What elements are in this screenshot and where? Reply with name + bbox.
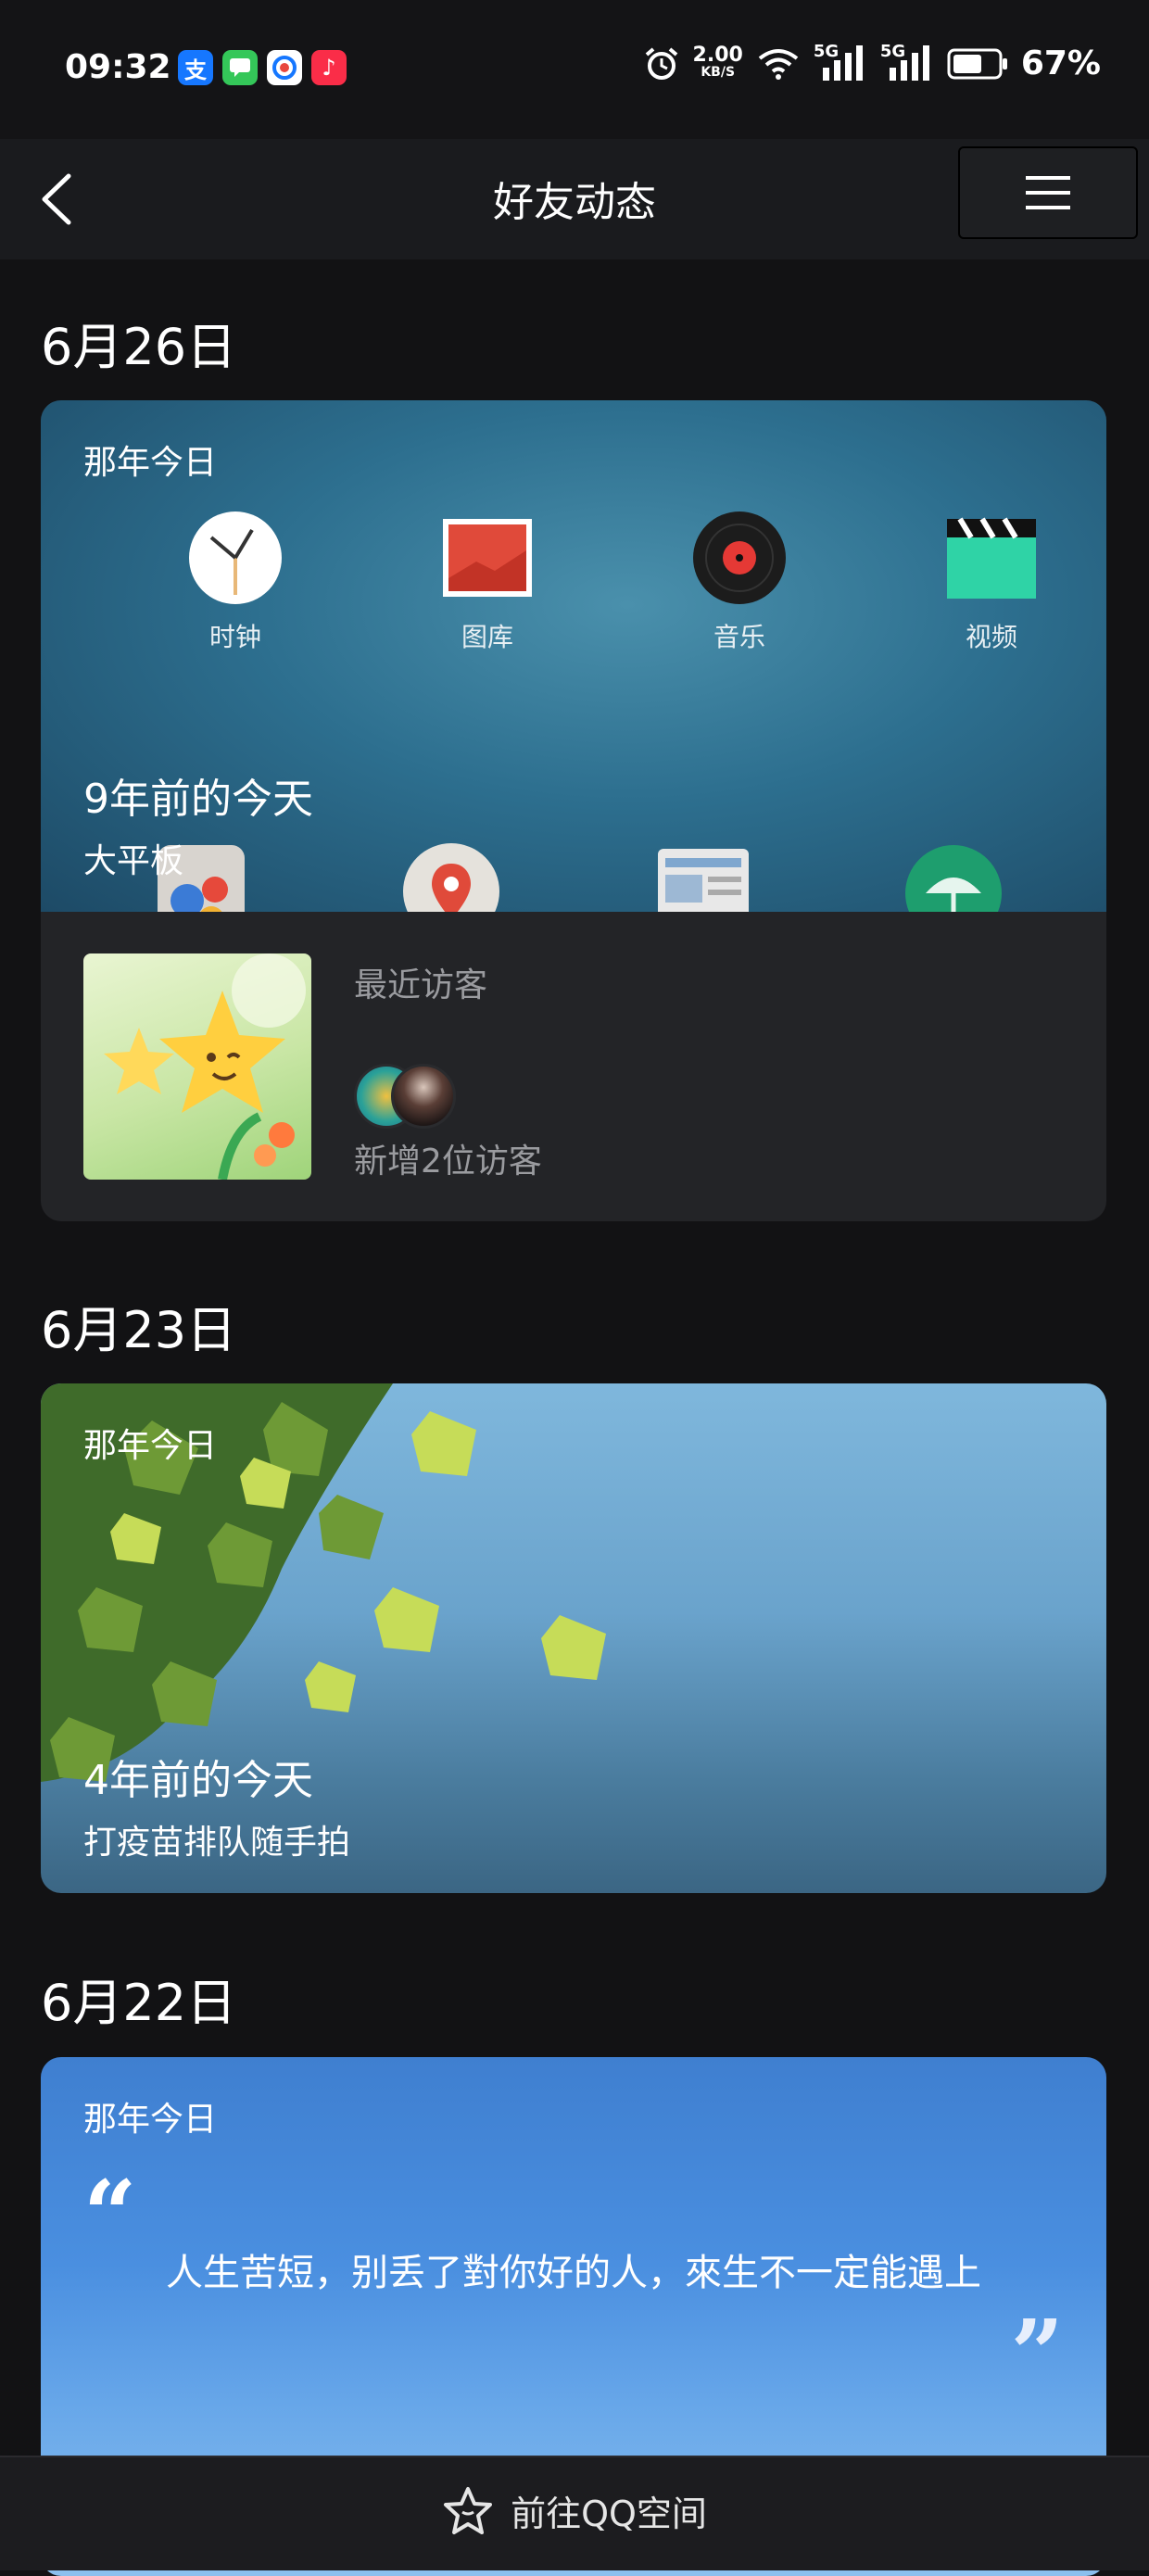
status-time: 09:32 xyxy=(65,48,171,86)
signal-bars-icon xyxy=(822,44,863,81)
feed-date: 6月22日 xyxy=(41,1974,237,2032)
app-gallery: 图库 xyxy=(395,510,580,654)
memory-label: 那年今日 xyxy=(83,444,218,482)
signal-1: 5G xyxy=(814,42,867,82)
hamburger-menu-icon xyxy=(1026,176,1070,209)
go-to-qzone-button[interactable]: 前往QQ空间 xyxy=(0,2485,1149,2536)
clapperboard-icon xyxy=(947,517,1036,599)
wifi-icon xyxy=(758,48,799,80)
messages-icon xyxy=(222,50,258,85)
memory-label: 那年今日 xyxy=(83,1427,218,1465)
bottom-bar: 前往QQ空间 xyxy=(0,2456,1149,2570)
network-speed: 2.00 KB/S xyxy=(692,43,743,81)
star-mascot-icon xyxy=(104,953,306,1180)
clock-icon xyxy=(189,511,282,604)
status-right: 2.00 KB/S 5G 5G 67% xyxy=(643,42,1101,82)
years-ago-text: 9年前的今天 xyxy=(83,776,313,823)
top-nav: 好友动态 xyxy=(0,139,1149,259)
app-label: 音乐 xyxy=(713,622,765,652)
app-label: 视频 xyxy=(965,622,1017,652)
menu-button[interactable] xyxy=(958,146,1138,239)
app-label: 图库 xyxy=(461,622,513,652)
gallery-icon xyxy=(443,519,532,597)
recent-visitors-title: 最近访客 xyxy=(354,966,488,1004)
music-icon: ♪ xyxy=(311,50,347,85)
avatar[interactable] xyxy=(391,1064,456,1129)
umbrella-icon xyxy=(905,845,1002,912)
signal-2: 5G xyxy=(880,42,934,82)
battery-percent: 67% xyxy=(1020,44,1101,82)
app-video: 视频 xyxy=(899,510,1084,654)
speed-value: 2.00 xyxy=(692,43,743,67)
memory-label: 那年今日 xyxy=(83,2101,218,2139)
signal-bars-icon xyxy=(889,44,929,81)
app-clock: 时钟 xyxy=(143,510,328,654)
years-ago-text: 4年前的今天 xyxy=(83,1757,313,1804)
vinyl-record-icon xyxy=(693,511,786,604)
news-icon xyxy=(658,849,749,912)
status-bar: 09:32 支 ♪ 2.00 KB/S 5G 5G 67% xyxy=(0,0,1149,139)
feed-date: 6月26日 xyxy=(41,318,237,376)
memory-caption: 打疫苗排队随手拍 xyxy=(83,1824,351,1862)
quote-close-icon: ” xyxy=(1010,2299,1064,2408)
quote-text: 人生苦短，别丢了對你好的人，來生不一定能遇上 xyxy=(166,2252,981,2294)
new-visitors-count: 新增2位访客 xyxy=(354,1143,542,1181)
battery-icon xyxy=(947,48,1007,79)
star-icon xyxy=(444,2486,493,2534)
visitor-avatars[interactable] xyxy=(354,1064,456,1129)
app-label: 时钟 xyxy=(208,622,261,652)
feed-date: 6月23日 xyxy=(41,1301,237,1359)
browser-icon xyxy=(267,50,302,85)
alipay-icon: 支 xyxy=(178,50,213,85)
go-to-qzone-label: 前往QQ空间 xyxy=(511,2494,707,2534)
map-pin-icon xyxy=(403,843,499,912)
memory-caption: 大平板 xyxy=(83,842,184,880)
memory-card[interactable]: 时钟 图库 音乐 视频 那年今日 9年前的今天 大平板 最近访客 新增2位访客 xyxy=(41,400,1106,1221)
memory-card-image: 时钟 图库 音乐 视频 那年今日 9年前的今天 大平板 xyxy=(41,400,1106,912)
alarm-icon xyxy=(645,46,677,80)
visitor-thumbnail[interactable] xyxy=(83,953,311,1180)
status-app-icons: 支 ♪ xyxy=(178,50,347,85)
memory-card[interactable]: 那年今日 4年前的今天 打疫苗排队随手拍 xyxy=(41,1383,1106,1893)
app-music: 音乐 xyxy=(647,510,832,654)
